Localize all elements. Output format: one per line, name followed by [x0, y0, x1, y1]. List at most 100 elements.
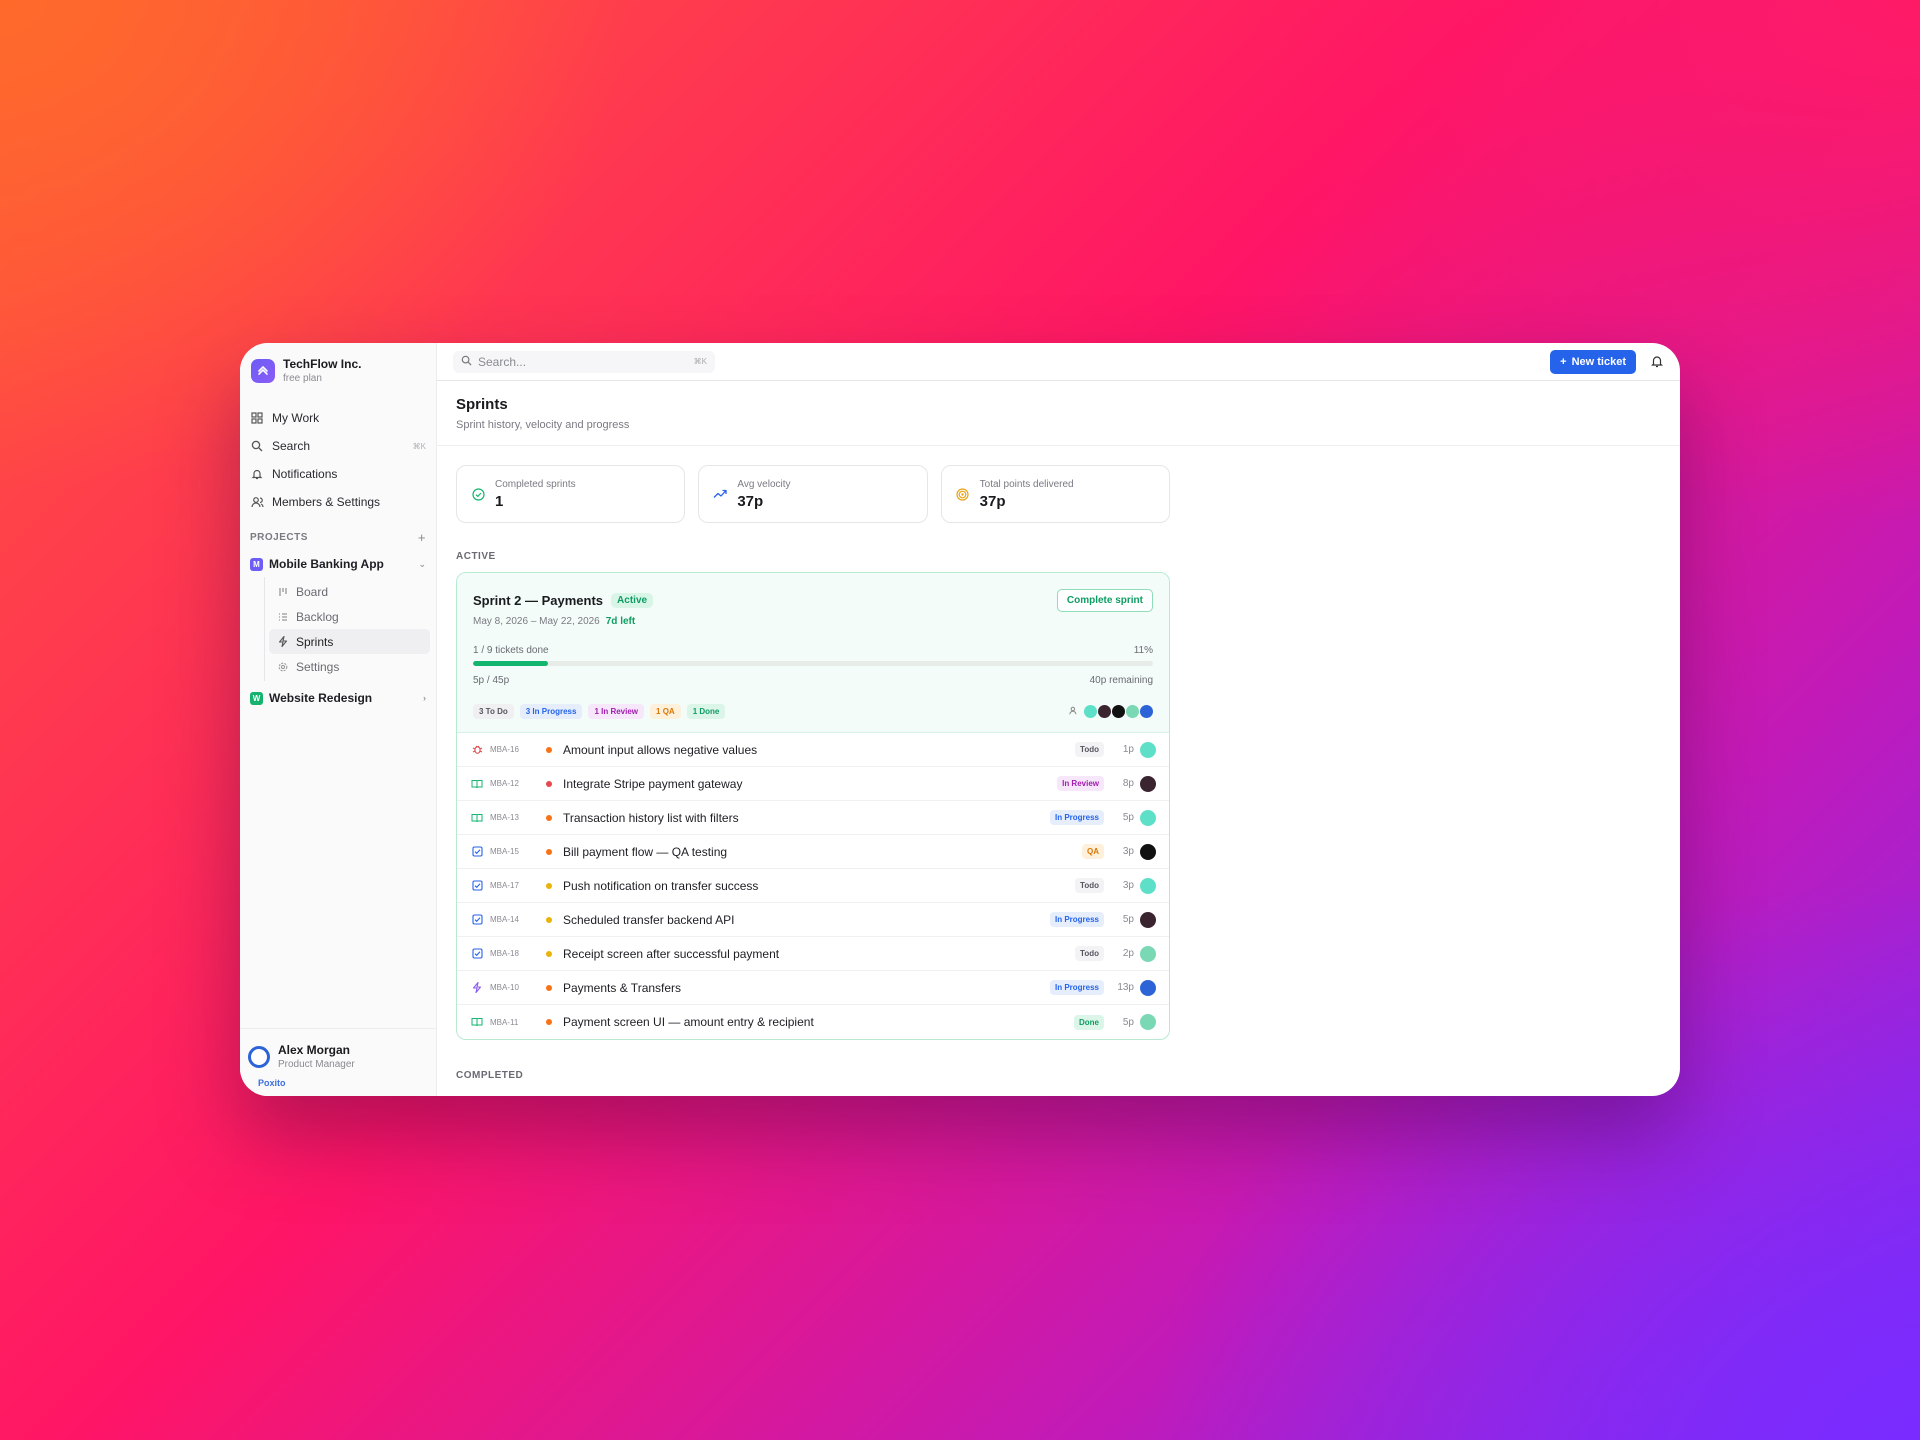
progress-bar — [473, 661, 1153, 666]
ticket-id: MBA-16 — [490, 745, 519, 754]
ticket-row[interactable]: MBA-10 Payments & Transfers In Progress … — [457, 971, 1169, 1005]
avatar[interactable] — [1140, 911, 1156, 928]
story-icon — [470, 811, 484, 825]
ticket-row[interactable]: MBA-16 Amount input allows negative valu… — [457, 733, 1169, 767]
active-section-label: ACTIVE — [456, 551, 496, 562]
gear-icon — [277, 661, 289, 673]
sprint-date-range: May 8, 2026 – May 22, 2026 — [473, 616, 600, 627]
search-input[interactable]: Search... ⌘K — [453, 350, 715, 373]
topbar: Search... ⌘K + New ticket — [437, 343, 1680, 381]
nav-search[interactable]: Search ⌘K — [246, 432, 430, 460]
nav-members-settings[interactable]: Members & Settings — [246, 488, 430, 516]
complete-sprint-button[interactable]: Complete sprint — [1056, 589, 1153, 612]
ticket-id: MBA-14 — [490, 915, 519, 924]
projects-label: PROJECTS — [250, 532, 308, 543]
assignee-avatars[interactable] — [1069, 702, 1153, 720]
page-title: Sprints — [456, 396, 508, 413]
avatar[interactable] — [1140, 843, 1156, 860]
ticket-id: MBA-12 — [490, 779, 519, 788]
chevron-down-icon[interactable]: ⌄ — [418, 559, 426, 570]
brand-label[interactable]: Poxito — [248, 1078, 428, 1088]
subnav-board[interactable]: Board — [269, 579, 430, 604]
status-chips: 3 To Do 3 In Progress 1 In Review 1 QA 1… — [473, 702, 1153, 720]
points-row: 5p / 45p 40p remaining — [473, 675, 1153, 686]
avatar[interactable] — [1140, 775, 1156, 792]
user-profile[interactable]: Alex Morgan Product Manager Poxito — [240, 1028, 436, 1096]
ticket-row[interactable]: MBA-14 Scheduled transfer backend API In… — [457, 903, 1169, 937]
ticket-row[interactable]: MBA-18 Receipt screen after successful p… — [457, 937, 1169, 971]
sprint-name: Sprint 2 — Payments — [473, 593, 604, 608]
ticket-status: Todo — [1075, 878, 1104, 893]
ticket-title: Receipt screen after successful payment — [563, 946, 780, 961]
subnav-settings[interactable]: Settings — [269, 654, 430, 679]
progress-fill — [473, 661, 548, 666]
chip-done: 1 Done — [686, 703, 726, 719]
avatar[interactable] — [1140, 1014, 1156, 1030]
ticket-row[interactable]: MBA-17 Push notification on transfer suc… — [457, 869, 1169, 903]
ticket-points: 13p — [1117, 982, 1134, 993]
stat-total-points: Total points delivered 37p — [940, 465, 1170, 523]
ticket-row[interactable]: MBA-11 Payment screen UI — amount entry … — [457, 1005, 1169, 1039]
avatar[interactable] — [1140, 979, 1156, 996]
avatar[interactable] — [1140, 809, 1156, 826]
ticket-title: Scheduled transfer backend API — [563, 912, 735, 927]
progress-percent: 11% — [1133, 645, 1153, 656]
projects-header: PROJECTS + — [240, 516, 436, 551]
ticket-points: 8p — [1122, 778, 1134, 789]
ticket-title: Amount input allows negative values — [563, 742, 758, 757]
ticket-title: Payment screen UI — amount entry & recip… — [563, 1015, 814, 1029]
ticket-row[interactable]: MBA-15 Bill payment flow — QA testing QA… — [457, 835, 1169, 869]
nav-label: Search — [272, 439, 311, 453]
avatar[interactable] — [1140, 945, 1156, 962]
subnav-sprints[interactable]: Sprints — [269, 629, 430, 654]
avatar[interactable] — [1140, 741, 1156, 758]
new-ticket-label: New ticket — [1571, 355, 1626, 368]
project-badge: M — [250, 557, 263, 571]
task-icon — [470, 913, 484, 927]
stat-completed-sprints: Completed sprints 1 — [456, 465, 686, 523]
stat-value: 1 — [495, 492, 504, 510]
chevron-right-icon[interactable]: › — [423, 693, 426, 703]
subnav-label: Backlog — [296, 609, 339, 624]
org-switcher[interactable]: TechFlow Inc. free plan — [240, 343, 436, 396]
story-icon — [470, 1015, 484, 1029]
add-project-icon[interactable]: + — [418, 530, 426, 545]
task-icon — [470, 879, 484, 893]
progress-row: 1 / 9 tickets done 11% — [473, 645, 1153, 656]
stats-row: Completed sprints 1 Avg velocity 37p Total… — [456, 465, 1170, 523]
new-ticket-button[interactable]: + New ticket — [1550, 349, 1636, 374]
points-done: 5p / 45p — [473, 675, 510, 686]
days-left: 7d left — [605, 616, 636, 627]
ticket-title: Push notification on transfer success — [563, 878, 759, 893]
ticket-row[interactable]: MBA-12 Integrate Stripe payment gateway … — [457, 767, 1169, 801]
shortcut-hint: ⌘K — [693, 357, 707, 366]
search-icon — [250, 439, 264, 453]
target-icon — [956, 487, 970, 501]
nav-my-work[interactable]: My Work — [246, 404, 430, 432]
ticket-row[interactable]: MBA-13 Transaction history list with fil… — [457, 801, 1169, 835]
priority-dot — [546, 950, 552, 957]
nav-notifications[interactable]: Notifications — [246, 460, 430, 488]
avatar[interactable] — [1140, 877, 1156, 894]
subnav-backlog[interactable]: Backlog — [269, 604, 430, 629]
ticket-id: MBA-15 — [490, 847, 519, 856]
priority-dot — [546, 746, 552, 753]
board-icon — [277, 586, 289, 598]
chip-todo: 3 To Do — [473, 703, 514, 719]
project-subnav: Board Backlog Sprints Settings — [264, 577, 430, 681]
completed-section-label: COMPLETED — [456, 1070, 524, 1081]
project-mobile-banking[interactable]: M Mobile Banking App ⌄ — [240, 551, 436, 577]
sprint-header: Sprint 2 — Payments Active Complete spri… — [457, 573, 1169, 733]
ticket-id: MBA-18 — [490, 949, 519, 958]
org-logo-icon — [251, 358, 275, 383]
check-circle-icon — [471, 487, 485, 501]
bug-icon — [470, 743, 484, 757]
project-website-redesign[interactable]: W Website Redesign › — [240, 685, 436, 711]
page-header: Sprints Sprint history, velocity and pro… — [437, 381, 1680, 446]
subnav-label: Sprints — [296, 634, 334, 649]
epic-icon — [470, 981, 484, 995]
bell-icon[interactable] — [1650, 355, 1664, 369]
users-icon — [250, 495, 264, 509]
main-content: Search... ⌘K + New ticket Sprints Sprint… — [437, 343, 1680, 1096]
project-name: Mobile Banking App — [269, 557, 384, 571]
